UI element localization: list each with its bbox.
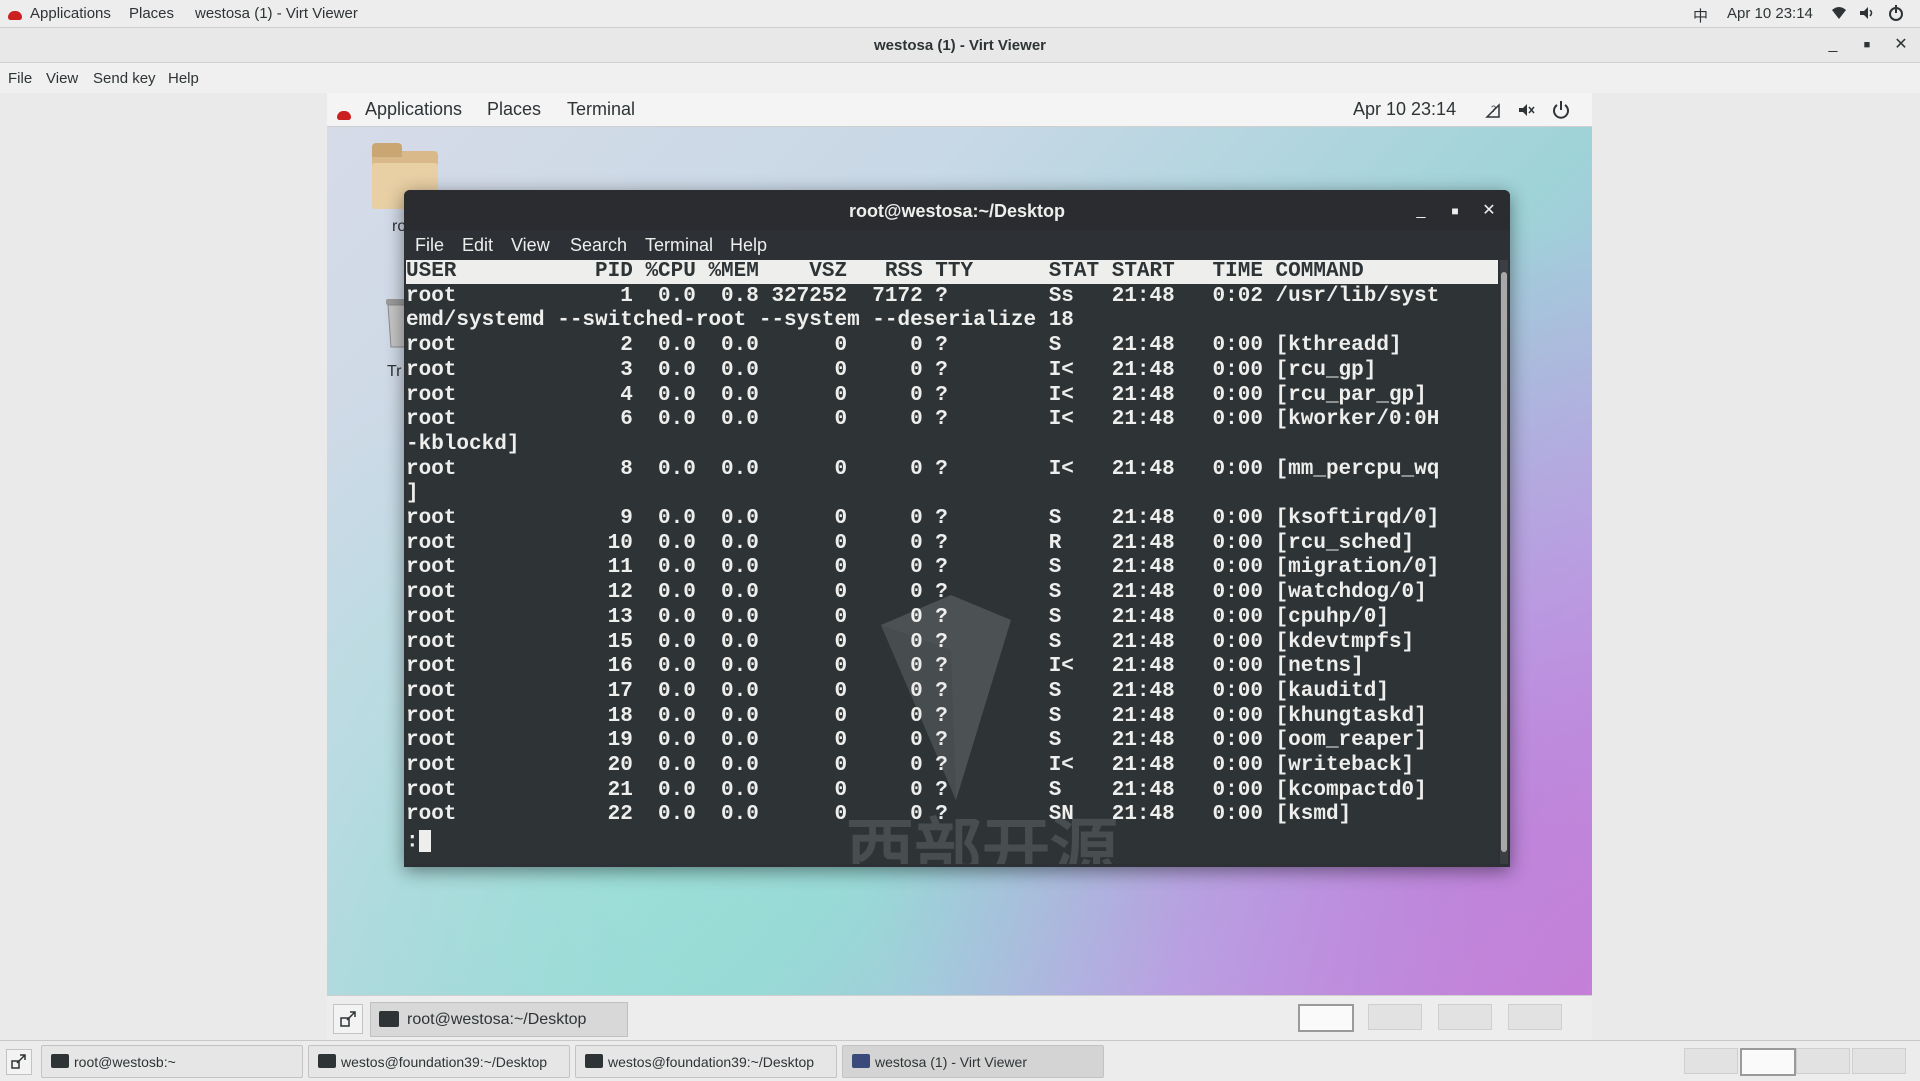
terminal-titlebar[interactable]: root@westosa:~/Desktop _ ■ ✕ (404, 190, 1510, 230)
terminal-menubar: File Edit View Search Terminal Help (404, 230, 1510, 260)
host-workspace-3[interactable] (1796, 1048, 1850, 1074)
power-icon[interactable] (1887, 4, 1905, 26)
text-cursor (418, 830, 431, 852)
terminal-menu-edit[interactable]: Edit (462, 235, 493, 256)
viewer-titlebar[interactable]: westosa (1) - Virt Viewer _ ■ ✕ (0, 28, 1920, 63)
guest-network-icon[interactable]: ? (1483, 101, 1503, 124)
volume-icon[interactable] (1858, 4, 1876, 26)
terminal-app-icon (585, 1054, 603, 1068)
guest-top-bar: Applications Places Terminal Apr 10 23:1… (327, 93, 1592, 127)
guest-show-desktop-icon[interactable] (333, 1004, 363, 1034)
guest-redhat-hat-icon (337, 104, 351, 125)
terminal-line: root 9 0.0 0.0 0 0 ? S 21:48 0:00 [ksoft… (406, 507, 1440, 530)
pager-prompt: : (406, 830, 419, 854)
ps-header: USER PID %CPU %MEM VSZ RSS TTY STAT STAR… (406, 260, 1498, 284)
guest-workspace-1[interactable] (1298, 1004, 1354, 1032)
host-task-westos-desktop-2[interactable]: westos@foundation39:~/Desktop (575, 1045, 837, 1078)
host-show-desktop-icon[interactable] (6, 1049, 32, 1075)
guest-terminal-menu[interactable]: Terminal (567, 99, 635, 120)
terminal-app-icon (379, 1011, 399, 1027)
host-task-root-westosb[interactable]: root@westosb:~ (41, 1045, 303, 1078)
guest-taskbar-item-label: root@westosa:~/Desktop (407, 1011, 587, 1028)
viewer-menu-send-key[interactable]: Send key (93, 70, 156, 87)
terminal-line: root 10 0.0 0.0 0 0 ? R 21:48 0:00 [rcu_… (406, 531, 1415, 555)
host-clock[interactable]: Apr 10 23:14 (1727, 5, 1813, 22)
host-taskbar: root@westosb:~ westos@foundation39:~/Des… (0, 1040, 1920, 1081)
guest-workspace-4[interactable] (1508, 1004, 1562, 1030)
terminal-menu-help[interactable]: Help (730, 235, 767, 256)
guest-places-menu[interactable]: Places (487, 99, 541, 120)
viewer-title: westosa (1) - Virt Viewer (873, 37, 1047, 54)
guest-taskbar-item-terminal[interactable]: root@westosa:~/Desktop (370, 1002, 628, 1037)
guest-applications-menu[interactable]: Applications (365, 99, 462, 120)
minimize-icon[interactable]: _ (1822, 34, 1844, 56)
terminal-maximize-icon[interactable]: ■ (1443, 199, 1467, 223)
terminal-line: root 8 0.0 0.0 0 0 ? I< 21:48 0:00 [mm_p… (406, 457, 1440, 481)
terminal-app-icon (318, 1054, 336, 1068)
terminal-app-icon (51, 1054, 69, 1068)
host-workspace-2[interactable] (1740, 1048, 1796, 1076)
host-task-virt-viewer[interactable]: westosa (1) - Virt Viewer (842, 1045, 1104, 1078)
guest-power-icon[interactable] (1551, 100, 1571, 125)
host-workspace-1[interactable] (1684, 1048, 1738, 1074)
maximize-icon[interactable]: ■ (1856, 34, 1878, 56)
host-task-label: westosa (1) - Virt Viewer (875, 1054, 1027, 1070)
wifi-icon[interactable] (1830, 4, 1848, 26)
terminal-menu-terminal[interactable]: Terminal (645, 235, 713, 256)
host-task-label: westos@foundation39:~/Desktop (341, 1054, 548, 1070)
svg-text:?: ? (1491, 104, 1496, 114)
guest-bottom-panel: root@westosa:~/Desktop (327, 995, 1592, 1041)
terminal-line: emd/systemd --switched-root --system --d… (406, 309, 1074, 333)
viewer-menu-file[interactable]: File (8, 70, 32, 87)
terminal-line: root 1 0.0 0.8 327252 7172 ? Ss 21:48 0:… (406, 284, 1440, 308)
terminal-window[interactable]: root@westosa:~/Desktop _ ■ ✕ File Edit V… (404, 190, 1510, 867)
host-top-bar: Applications Places westosa (1) - Virt V… (0, 0, 1920, 28)
viewer-menubar: File View Send key Help (0, 63, 1920, 93)
terminal-line: root 4 0.0 0.0 0 0 ? I< 21:48 0:00 [rcu_… (406, 383, 1427, 407)
input-method-indicator[interactable]: 中 (1693, 5, 1708, 26)
viewer-menu-help[interactable]: Help (168, 70, 199, 87)
terminal-line: root 2 0.0 0.0 0 0 ? S 21:48 0:00 [kthre… (406, 334, 1402, 358)
terminal-close-icon[interactable]: ✕ (1477, 199, 1501, 223)
terminal-line: root 6 0.0 0.0 0 0 ? I< 21:48 0:00 [kwor… (406, 408, 1440, 432)
host-task-label: root@westosb:~ (74, 1054, 176, 1070)
close-icon[interactable]: ✕ (1890, 34, 1912, 56)
terminal-line: root 3 0.0 0.0 0 0 ? I< 21:48 0:00 [rcu_… (406, 358, 1377, 382)
redhat-hat-icon (8, 7, 22, 24)
host-active-window-title[interactable]: westosa (1) - Virt Viewer (195, 5, 358, 22)
terminal-menu-file[interactable]: File (415, 235, 444, 256)
guest-display[interactable]: Applications Places Terminal Apr 10 23:1… (327, 93, 1592, 995)
terminal-minimize-icon[interactable]: _ (1409, 199, 1433, 223)
trash-label[interactable]: Tr (387, 363, 402, 381)
guest-volume-icon[interactable] (1517, 101, 1537, 124)
terminal-menu-view[interactable]: View (511, 235, 550, 256)
host-task-label: westos@foundation39:~/Desktop (608, 1054, 815, 1070)
terminal-line: root 11 0.0 0.0 0 0 ? S 21:48 0:00 [migr… (406, 556, 1440, 580)
terminal-screen[interactable]: USER PID %CPU %MEM VSZ RSS TTY STAT STAR… (406, 260, 1498, 864)
viewer-menu-view[interactable]: View (46, 70, 78, 87)
guest-workspace-2[interactable] (1368, 1004, 1422, 1030)
watermark-logo (876, 590, 1016, 810)
virt-viewer-app-icon (852, 1054, 870, 1068)
terminal-scrollbar-thumb[interactable] (1501, 272, 1507, 852)
host-task-westos-desktop-1[interactable]: westos@foundation39:~/Desktop (308, 1045, 570, 1078)
host-places-menu[interactable]: Places (129, 5, 174, 22)
terminal-title: root@westosa:~/Desktop (848, 201, 1066, 221)
terminal-menu-search[interactable]: Search (570, 235, 627, 256)
host-applications-menu[interactable]: Applications (30, 5, 111, 22)
guest-clock[interactable]: Apr 10 23:14 (1353, 99, 1456, 120)
terminal-line: -kblockd] (406, 432, 520, 456)
watermark-text: 西部开源 (846, 812, 1119, 864)
host-workspace-4[interactable] (1852, 1048, 1906, 1074)
guest-workspace-3[interactable] (1438, 1004, 1492, 1030)
terminal-line: ] (406, 482, 419, 506)
